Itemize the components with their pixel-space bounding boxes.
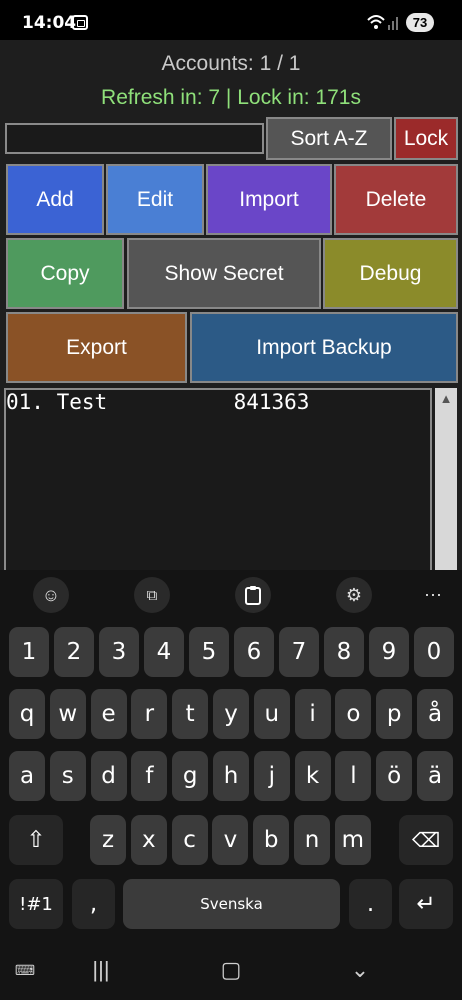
key-ä[interactable]: ä	[417, 751, 453, 801]
debug-button[interactable]: Debug	[323, 238, 458, 309]
accounts-counter: Accounts: 1 / 1	[161, 52, 301, 75]
key-t[interactable]: t	[172, 689, 209, 739]
recent-apps-icon[interactable]: |||	[86, 955, 116, 985]
key-3[interactable]: 3	[99, 627, 139, 677]
key-v[interactable]: v	[212, 815, 249, 865]
delete-button[interactable]: Delete	[334, 164, 458, 235]
scroll-up-arrow-icon[interactable]: ▲	[435, 388, 457, 410]
battery-indicator: 73	[406, 13, 434, 32]
key-n[interactable]: n	[294, 815, 330, 865]
key-9[interactable]: 9	[369, 627, 409, 677]
backspace-key[interactable]: ⌫	[399, 815, 453, 865]
key-8[interactable]: 8	[324, 627, 364, 677]
key-z[interactable]: z	[90, 815, 126, 865]
key-g[interactable]: g	[172, 751, 209, 801]
shift-key[interactable]: ⇧	[9, 815, 63, 865]
clock: 14:04	[22, 13, 77, 33]
translate-icon[interactable]: ⧉	[134, 577, 170, 613]
keyboard-hide-icon[interactable]: ⌨	[10, 955, 40, 985]
key-ö[interactable]: ö	[376, 751, 413, 801]
symbols-key[interactable]: !#1	[9, 879, 63, 929]
key-c[interactable]: c	[171, 815, 208, 865]
key-y[interactable]: y	[213, 689, 249, 739]
key-a[interactable]: a	[9, 751, 45, 801]
lock-button[interactable]: Lock	[394, 117, 458, 160]
key-u[interactable]: u	[253, 689, 290, 739]
edit-button[interactable]: Edit	[106, 164, 204, 235]
key-6[interactable]: 6	[234, 627, 274, 677]
back-chevron-icon[interactable]: ⌄	[345, 955, 375, 985]
key-0[interactable]: 0	[414, 627, 454, 677]
key-4[interactable]: 4	[144, 627, 184, 677]
key-j[interactable]: j	[253, 751, 290, 801]
key-e[interactable]: e	[90, 689, 127, 739]
export-button[interactable]: Export	[6, 312, 187, 383]
clipboard-icon[interactable]	[235, 577, 271, 613]
key-h[interactable]: h	[213, 751, 249, 801]
wifi-signal-icon	[366, 13, 402, 35]
key-å[interactable]: å	[417, 689, 453, 739]
key-k[interactable]: k	[294, 751, 331, 801]
import-backup-button[interactable]: Import Backup	[190, 312, 458, 383]
key-l[interactable]: l	[335, 751, 372, 801]
emoji-icon[interactable]: ☺	[33, 577, 69, 613]
show-secret-button[interactable]: Show Secret	[127, 238, 321, 309]
home-icon[interactable]: ▢	[216, 955, 246, 985]
scrollbar[interactable]	[435, 388, 457, 570]
key-b[interactable]: b	[253, 815, 290, 865]
refresh-lock-timer: Refresh in: 7 | Lock in: 171s	[101, 86, 361, 109]
key-7[interactable]: 7	[279, 627, 319, 677]
more-icon[interactable]: ⋯	[415, 577, 451, 613]
key-5[interactable]: 5	[189, 627, 229, 677]
key-m[interactable]: m	[334, 815, 371, 865]
key-o[interactable]: o	[335, 689, 372, 739]
comma-key[interactable]: ,	[72, 879, 115, 929]
key-d[interactable]: d	[90, 751, 127, 801]
key-w[interactable]: w	[49, 689, 86, 739]
accounts-list[interactable]	[4, 388, 432, 570]
copy-button[interactable]: Copy	[6, 238, 124, 309]
search-input[interactable]	[5, 123, 264, 154]
space-key[interactable]: Svenska	[123, 879, 340, 929]
key-f[interactable]: f	[131, 751, 168, 801]
key-r[interactable]: r	[131, 689, 168, 739]
key-i[interactable]: i	[294, 689, 331, 739]
key-1[interactable]: 1	[9, 627, 49, 677]
sort-button[interactable]: Sort A-Z	[266, 117, 392, 160]
key-s[interactable]: s	[49, 751, 86, 801]
screen-record-icon	[72, 15, 88, 30]
import-button[interactable]: Import	[206, 164, 332, 235]
settings-icon[interactable]: ⚙	[336, 577, 372, 613]
key-x[interactable]: x	[130, 815, 167, 865]
key-p[interactable]: p	[376, 689, 413, 739]
enter-key[interactable]: ↵	[399, 879, 453, 929]
list-item[interactable]: 01. Test 841363	[6, 390, 309, 414]
key-q[interactable]: q	[9, 689, 45, 739]
key-2[interactable]: 2	[54, 627, 94, 677]
period-key[interactable]: .	[349, 879, 392, 929]
add-button[interactable]: Add	[6, 164, 104, 235]
